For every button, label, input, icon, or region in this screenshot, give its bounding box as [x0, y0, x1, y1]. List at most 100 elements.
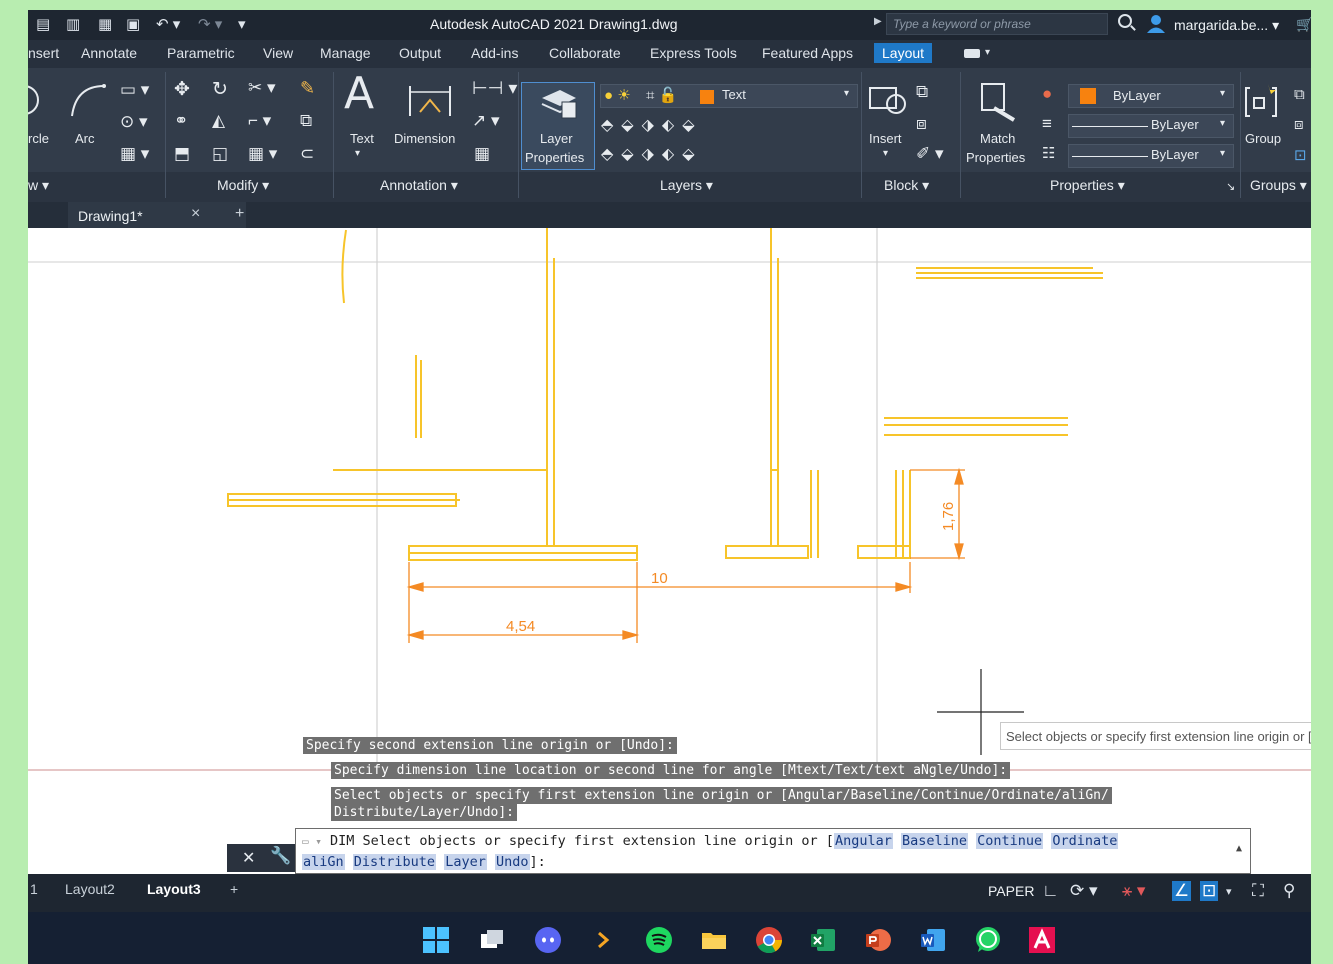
search-expand-icon[interactable]: ▶	[874, 16, 882, 27]
terminal-icon[interactable]	[590, 926, 618, 954]
osnap-icon[interactable]: ∠	[1172, 881, 1192, 901]
save-as-icon[interactable]: ▤	[36, 16, 50, 34]
fillet-icon[interactable]: ⌐ ▾	[248, 111, 271, 131]
chrome-icon[interactable]	[755, 926, 783, 954]
mirror-icon[interactable]: ◭	[212, 111, 225, 131]
dimension-button-label[interactable]: Dimension	[394, 131, 455, 146]
tab-layout2[interactable]: Layout2	[65, 881, 115, 897]
create-block-icon[interactable]: ⧉	[916, 82, 928, 102]
tab-layout[interactable]: Layout	[874, 43, 933, 63]
option-undo[interactable]: Undo	[494, 854, 530, 870]
group-icon[interactable]	[1244, 82, 1278, 122]
space-toggle[interactable]: PAPER	[988, 883, 1034, 899]
option-layer[interactable]: Layer	[444, 854, 487, 870]
insert-block-icon[interactable]	[868, 82, 910, 118]
redo-icon[interactable]: ↷ ▾	[198, 16, 222, 34]
array-icon[interactable]: ▦ ▾	[248, 144, 277, 164]
block-attribute-icon[interactable]: ✐ ▾	[916, 144, 944, 164]
command-line[interactable]: ▭ ▾ DIM Select objects or specify first …	[295, 828, 1251, 874]
option-align[interactable]: aliGn	[302, 854, 345, 870]
chevron-down-icon[interactable]: ▾	[355, 148, 360, 159]
chevron-down-icon[interactable]: ▾	[844, 88, 849, 99]
user-icon[interactable]	[1146, 14, 1166, 34]
group-edit-icon[interactable]: ⧈	[1294, 116, 1304, 133]
tab-manage[interactable]: Manage	[320, 45, 371, 61]
tab-layout1[interactable]: 1	[30, 881, 38, 897]
search-icon[interactable]	[1118, 14, 1132, 28]
close-icon[interactable]: ✕	[242, 848, 255, 868]
spotify-icon[interactable]	[645, 926, 673, 954]
powerpoint-icon[interactable]	[864, 926, 892, 954]
panel-layers[interactable]: Layers ▾	[660, 177, 713, 194]
close-icon[interactable]: ×	[191, 205, 200, 223]
drawing-svg[interactable]: 10 4,54 1,76	[28, 228, 1311, 878]
chevron-down-icon[interactable]: ▾	[985, 47, 990, 58]
tab-parametric[interactable]: Parametric	[167, 45, 235, 61]
excel-icon[interactable]	[809, 926, 837, 954]
table-icon[interactable]: ▦	[474, 144, 490, 164]
insert-button-label[interactable]: Insert	[869, 131, 902, 146]
dim-text-vertical[interactable]: 1,76	[940, 502, 957, 531]
tab-collaborate[interactable]: Collaborate	[549, 45, 621, 61]
text-button-label[interactable]: Text	[350, 131, 374, 146]
dim-text-partial[interactable]: 4,54	[506, 618, 535, 635]
windows-start-icon[interactable]	[422, 926, 450, 954]
rotate-icon[interactable]: ↻	[212, 78, 228, 101]
text-icon[interactable]: A	[344, 68, 374, 119]
linetype-icon[interactable]: ☷	[1042, 144, 1055, 162]
file-tab-label[interactable]: Drawing1*	[78, 208, 143, 224]
group-select-icon[interactable]: ⊡	[1294, 146, 1307, 164]
layer-properties-label[interactable]: Layer	[540, 131, 573, 146]
tab-express-tools[interactable]: Express Tools	[650, 45, 737, 61]
autocad-icon[interactable]	[1028, 926, 1056, 954]
polar-icon[interactable]: ⚹ ▾	[1122, 881, 1145, 901]
word-icon[interactable]	[919, 926, 947, 954]
tab-annotate[interactable]: Annotate	[81, 45, 137, 61]
rectangle-icon[interactable]: ▭ ▾	[120, 80, 149, 100]
edit-block-icon[interactable]: ⧈	[916, 114, 927, 134]
new-tab-button[interactable]: +	[235, 205, 244, 223]
erase-icon[interactable]: ✎	[300, 78, 315, 99]
arc-button-label[interactable]: Arc	[75, 131, 95, 146]
tab-view[interactable]: View	[263, 45, 293, 61]
tab-layout3[interactable]: Layout3	[147, 881, 201, 897]
move-icon[interactable]: ✥	[174, 78, 190, 101]
panel-properties[interactable]: Properties ▾	[1050, 177, 1125, 194]
scale-icon[interactable]: ◱	[212, 144, 228, 164]
whatsapp-icon[interactable]	[974, 926, 1002, 954]
task-view-icon[interactable]	[478, 926, 506, 954]
arc-icon[interactable]	[68, 80, 108, 120]
file-explorer-icon[interactable]	[700, 926, 728, 954]
chevron-down-icon[interactable]: ▾	[1220, 148, 1225, 159]
match-properties-label[interactable]: Match	[980, 131, 1015, 146]
selection-cycling-icon[interactable]: ⛶	[1252, 881, 1264, 901]
grid-icon[interactable]: ∟	[1042, 881, 1059, 901]
command-history-toggle-icon[interactable]: ▲	[1236, 843, 1242, 854]
trim-icon[interactable]: ✂ ▾	[248, 78, 276, 98]
option-angular[interactable]: Angular	[833, 833, 893, 849]
leader-icon[interactable]: ↗ ▾	[472, 111, 500, 131]
stretch-icon[interactable]: ⬒	[174, 144, 190, 164]
save-to-cloud-icon[interactable]: ▦	[98, 16, 112, 34]
layer-on-icon[interactable]: ● ☀	[604, 86, 631, 104]
cart-icon[interactable]: 🛒	[1296, 16, 1311, 33]
user-name[interactable]: margarida.be... ▾	[1174, 17, 1279, 34]
panel-draw[interactable]: w ▾	[28, 177, 49, 194]
chevron-down-icon[interactable]: ▾	[883, 148, 888, 159]
option-continue[interactable]: Continue	[976, 833, 1044, 849]
tab-featured-apps[interactable]: Featured Apps	[762, 45, 853, 61]
layer-lock-icon[interactable]: ⌗ 🔓	[646, 86, 677, 104]
hatch-icon[interactable]: ▦ ▾	[120, 144, 149, 164]
customize-qat-icon[interactable]: ▾	[238, 16, 246, 34]
offset-icon[interactable]: ⊂	[300, 144, 314, 164]
ribbon-minimize-icon[interactable]	[964, 49, 980, 58]
discord-icon[interactable]	[534, 926, 562, 954]
add-layout-button[interactable]: +	[230, 881, 238, 897]
lineweight-icon[interactable]: ≡	[1042, 114, 1052, 134]
chevron-down-icon[interactable]: ▾	[1220, 88, 1225, 99]
panel-modify[interactable]: Modify ▾	[217, 177, 269, 194]
panel-annotation[interactable]: Annotation ▾	[380, 177, 458, 194]
circle-icon[interactable]	[28, 80, 48, 120]
linear-dim-icon[interactable]: ⊢⊣ ▾	[472, 78, 517, 99]
layer-tools-icon[interactable]: ⬘⬙⬗⬖⬙	[601, 144, 703, 164]
